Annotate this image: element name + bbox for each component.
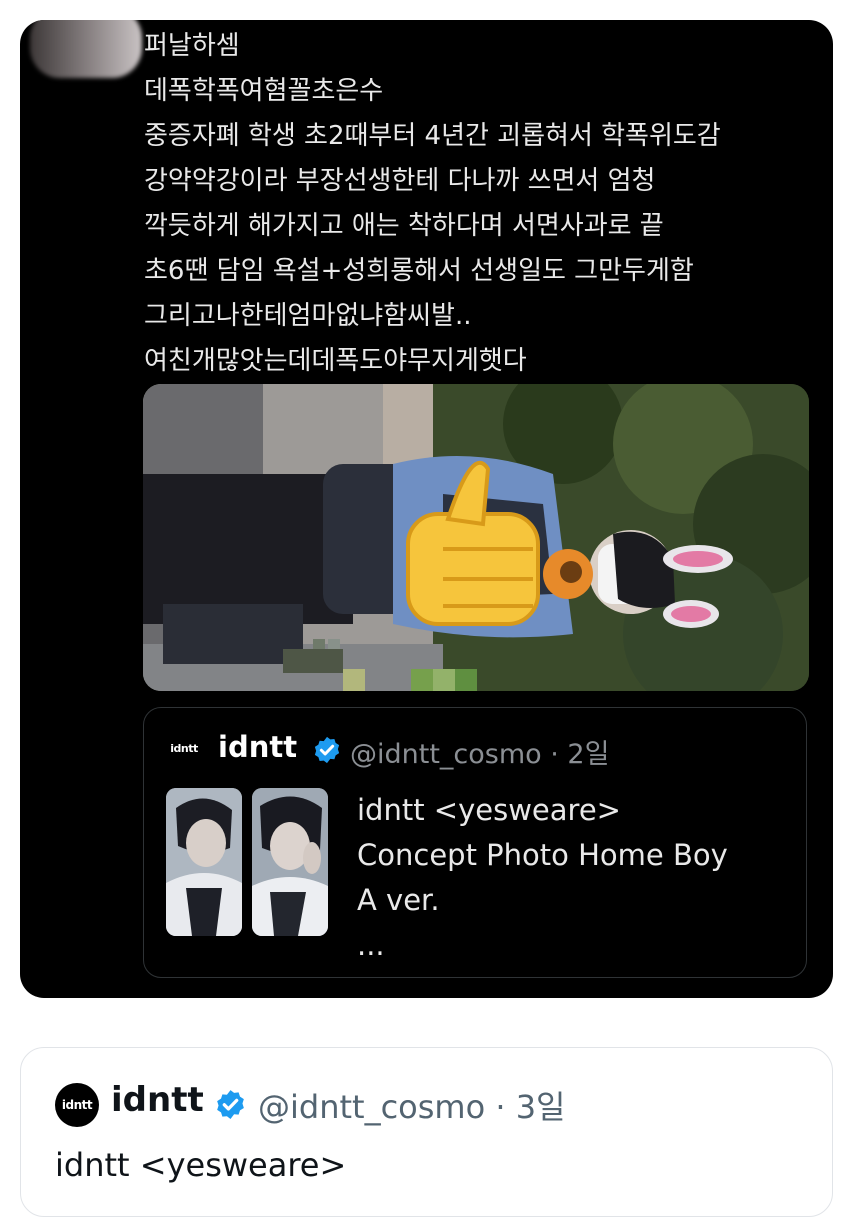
attached-photo[interactable] [143, 384, 809, 691]
quoted-tweet-text: idntt <yesweare> Concept Photo Home Boy … [357, 788, 728, 968]
quoted-line: A ver. [357, 883, 440, 917]
quoted-line-ellipsis: ... [357, 928, 385, 962]
tweet-card-dark: 퍼날하셈 데폭학폭여혐꼴초은수 중증자폐 학생 초2때부터 4년간 괴롭혀서 학… [20, 20, 833, 998]
quoted-author-name[interactable]: idntt [218, 730, 297, 764]
idntt-logo-avatar[interactable]: idntt [55, 1083, 99, 1127]
concept-photo-thumbnail-2[interactable] [252, 788, 328, 936]
verified-badge-icon [217, 1090, 244, 1119]
tweet-line: 그리고나한테엄마없냐함씨발.. [144, 301, 472, 331]
tweet-text: idntt <yesweare> [55, 1146, 347, 1184]
blurred-avatar [30, 20, 142, 78]
tweet-line: 퍼날하셈 [144, 31, 240, 61]
concept-photo-thumbnail-1[interactable] [166, 788, 242, 936]
quoted-line: idntt <yesweare> [357, 793, 621, 827]
tweet-line: 강약약강이라 부장선생한테 다나까 쓰면서 엄청 [144, 166, 656, 196]
photo-scene [143, 384, 809, 691]
tweet-text: 퍼날하셈 데폭학폭여혐꼴초은수 중증자폐 학생 초2때부터 4년간 괴롭혀서 학… [144, 24, 814, 384]
author-name[interactable]: idntt [111, 1080, 204, 1120]
idntt-logo-avatar[interactable]: idntt [164, 728, 204, 768]
quoted-tweet[interactable]: idntt idntt @idntt_cosmo · 2일 idntt <yes… [143, 707, 807, 978]
tweet-line: 깍듯하게 해가지고 애는 착하다며 서면사과로 끝 [144, 211, 664, 241]
quoted-line: Concept Photo Home Boy [357, 838, 728, 872]
tweet-line: 초6땐 담임 욕설+성희롱해서 선생일도 그만두게함 [144, 256, 694, 286]
verified-badge-icon [314, 736, 340, 764]
quoted-handle-time: @idntt_cosmo · 2일 [350, 739, 610, 770]
tweet-line: 중증자폐 학생 초2때부터 4년간 괴롭혀서 학폭위도감 [144, 121, 721, 151]
handle-time: @idntt_cosmo · 3일 [258, 1088, 566, 1126]
embedded-tweet-card[interactable]: idntt idntt @idntt_cosmo · 3일 idntt <yes… [20, 1047, 833, 1217]
tweet-line: 데폭학폭여혐꼴초은수 [144, 76, 384, 106]
tweet-line: 여친개많앗는데데폭도야무지게햇다 [144, 346, 527, 376]
